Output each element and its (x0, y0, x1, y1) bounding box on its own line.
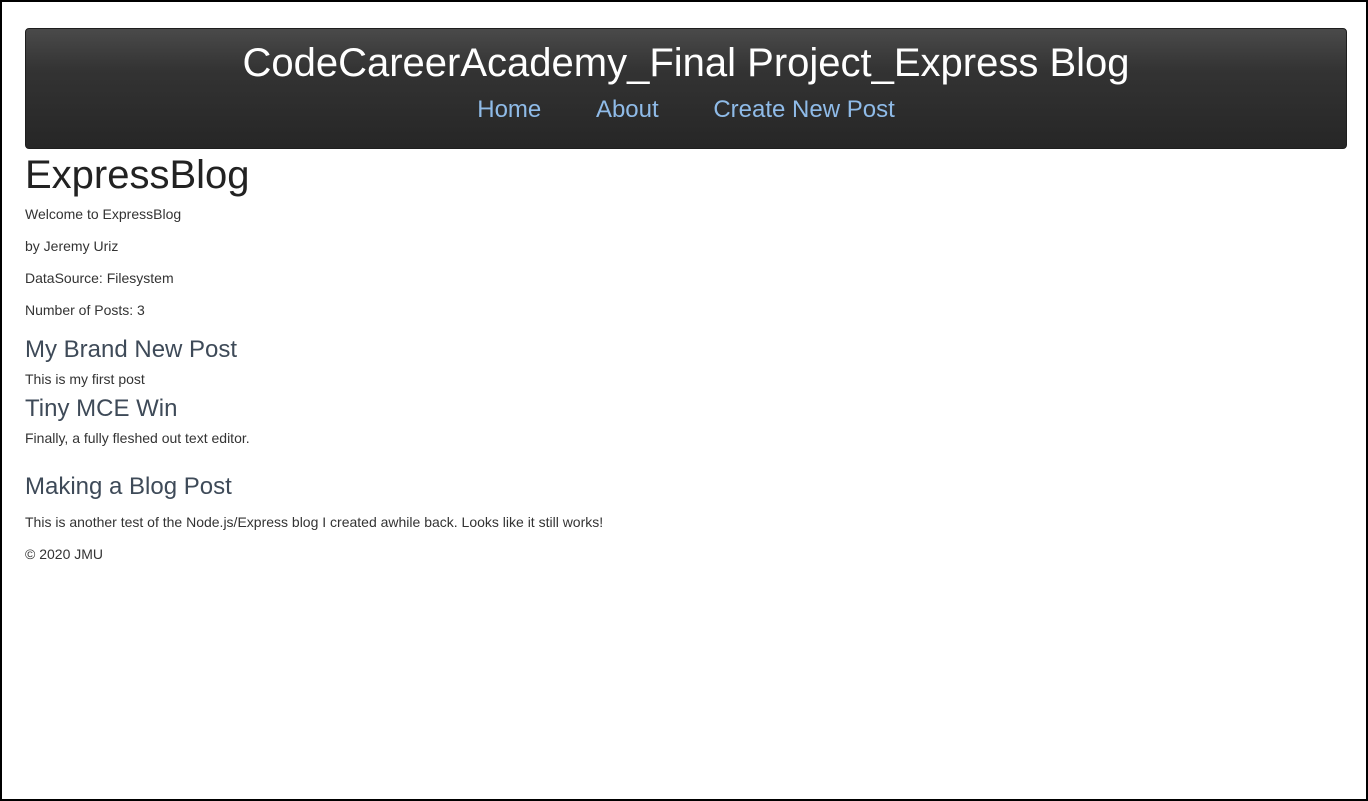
page-title: ExpressBlog (25, 153, 250, 197)
post-list: My Brand New Post This is my first post … (25, 336, 1325, 530)
post-title[interactable]: My Brand New Post (25, 336, 1325, 364)
nav-link-home[interactable]: Home (477, 96, 541, 123)
post-title[interactable]: Making a Blog Post (25, 473, 1325, 501)
post-item: Making a Blog Post This is another test … (25, 473, 1325, 530)
post-item: Tiny MCE Win Finally, a fully fleshed ou… (25, 395, 1325, 446)
post-body: Finally, a fully fleshed out text editor… (25, 430, 250, 446)
site-navbar: CodeCareerAcademy_Final Project_Express … (25, 28, 1347, 149)
footer-copyright: © 2020 JMU (25, 546, 104, 562)
main-content: ExpressBlog Welcome to ExpressBlog by Je… (25, 152, 1325, 562)
post-count-text: Number of Posts: 3 (25, 302, 145, 318)
nav-link-create-new-post[interactable]: Create New Post (713, 96, 894, 123)
post-body: This is another test of the Node.js/Expr… (25, 514, 604, 530)
author-text: by Jeremy Uriz (25, 238, 119, 254)
post-body: This is my first post (25, 371, 145, 387)
post-item: My Brand New Post This is my first post (25, 336, 1325, 387)
blog-meta: Welcome to ExpressBlog by Jeremy Uriz Da… (25, 206, 1325, 318)
nav-link-about[interactable]: About (596, 96, 659, 123)
datasource-text: DataSource: Filesystem (25, 270, 174, 286)
nav-links: Home About Create New Post (26, 95, 1346, 125)
site-title: CodeCareerAcademy_Final Project_Express … (242, 41, 1130, 85)
welcome-text: Welcome to ExpressBlog (25, 206, 182, 222)
post-title[interactable]: Tiny MCE Win (25, 395, 1325, 423)
browser-viewport: CodeCareerAcademy_Final Project_Express … (0, 0, 1368, 801)
